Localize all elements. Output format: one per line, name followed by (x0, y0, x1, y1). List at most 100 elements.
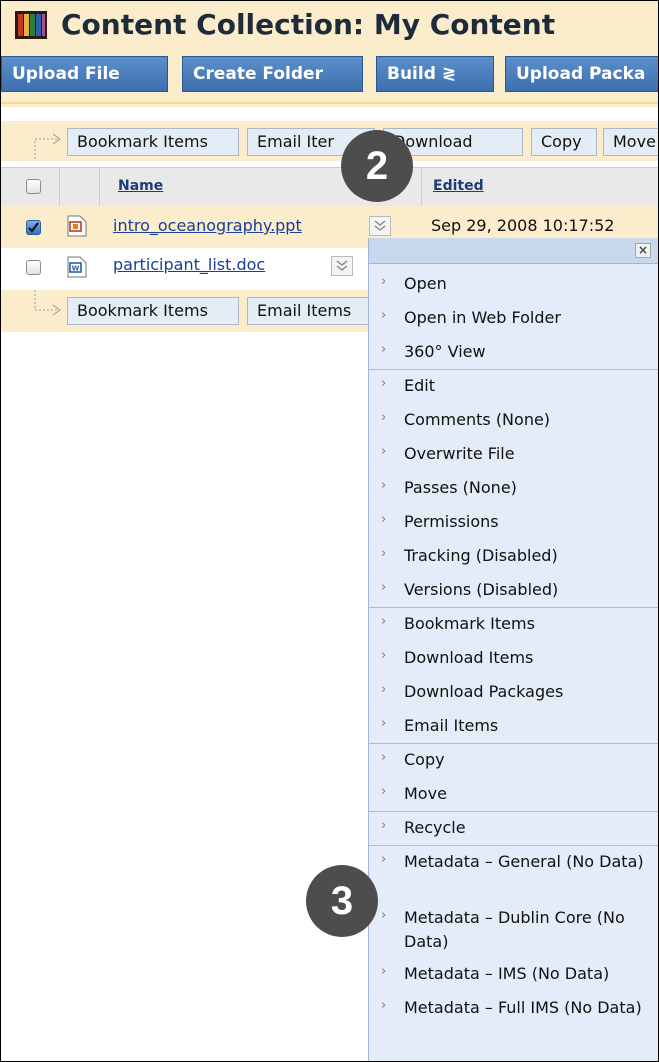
word-file-icon: W (67, 256, 87, 278)
callout-badge: 2 (341, 130, 413, 202)
column-divider (59, 168, 60, 206)
menu-item-edit[interactable]: › Edit (369, 370, 658, 404)
menu-item-label: Edit (404, 376, 435, 395)
menu-item-label: Metadata – General (No Data) (404, 852, 644, 871)
header-divider (1, 102, 658, 104)
chevron-right-icon: › (381, 818, 387, 833)
menu-item-label: Open in Web Folder (404, 308, 561, 327)
chevron-right-icon: › (381, 908, 387, 923)
build-menu-button[interactable]: Build ≷ (376, 56, 494, 92)
chevron-right-icon: › (381, 376, 387, 391)
menu-item-label: Open (404, 274, 447, 293)
books-icon (15, 11, 47, 39)
menu-item-label: Download Items (404, 648, 534, 667)
chevron-down-icon (374, 220, 386, 231)
menu-item-metadata-dublin-core-no-data[interactable]: › Metadata – Dublin Core (No Data) (369, 902, 658, 958)
email-items-button[interactable]: Email Items (247, 297, 377, 325)
page-header: Content Collection: My Content Upload Fi… (1, 1, 658, 107)
top-action-bar: Bookmark Items Email Iter Download Copy … (1, 121, 658, 161)
chevron-right-icon: › (381, 614, 387, 629)
chevron-right-icon: › (381, 274, 387, 289)
chevron-right-icon: › (381, 580, 387, 595)
menu-item-metadata-general-no-data[interactable]: › Metadata – General (No Data) (369, 846, 658, 902)
bookmark-items-button[interactable]: Bookmark Items (67, 297, 239, 325)
chevron-right-icon: › (381, 444, 387, 459)
menu-item-metadata-full-ims-no-data[interactable]: › Metadata – Full IMS (No Data) (369, 992, 658, 1048)
menu-item-label: Metadata – Dublin Core (No Data) (404, 908, 625, 951)
menu-item-tracking-disabled[interactable]: › Tracking (Disabled) (369, 540, 658, 574)
chevron-right-icon: › (381, 648, 387, 663)
menu-item-label: Email Items (404, 716, 499, 735)
page-title: Content Collection: My Content (61, 8, 556, 41)
chevron-right-icon: › (381, 512, 387, 527)
powerpoint-file-icon (67, 215, 87, 237)
chevron-right-icon: › (381, 342, 387, 357)
menu-item-recycle[interactable]: › Recycle (369, 812, 658, 846)
file-name-link[interactable]: intro_oceanography.ppt (113, 216, 302, 235)
item-context-menu: × › Open › Open in Web Folder › 360° View › Edi… (368, 238, 658, 1061)
branch-arrow-icon (34, 133, 61, 159)
menu-item-email-items[interactable]: › Email Items (369, 710, 658, 744)
menu-item-bookmark-items[interactable]: › Bookmark Items (369, 608, 658, 642)
move-button[interactable]: Move (603, 128, 658, 156)
bookmark-items-button[interactable]: Bookmark Items (67, 128, 239, 156)
menu-item-comments-none[interactable]: › Comments (None) (369, 404, 658, 438)
copy-button[interactable]: Copy (531, 128, 597, 156)
create-folder-button[interactable]: Create Folder (182, 56, 363, 92)
branch-arrow-icon (34, 290, 61, 316)
menu-item-label: Passes (None) (404, 478, 517, 497)
select-all-checkbox[interactable] (26, 179, 41, 194)
menu-item-versions-disabled[interactable]: › Versions (Disabled) (369, 574, 658, 608)
menu-item-label: Tracking (Disabled) (404, 546, 558, 565)
upload-file-button[interactable]: Upload File (1, 56, 168, 92)
column-divider (99, 168, 100, 206)
menu-item-360-view[interactable]: › 360° View (369, 336, 658, 370)
item-menu-button[interactable] (331, 256, 353, 276)
chevron-right-icon: › (381, 410, 387, 425)
menu-title-bar: × (369, 238, 658, 264)
chevron-right-icon: › (381, 682, 387, 697)
menu-item-passes-none[interactable]: › Passes (None) (369, 472, 658, 506)
chevron-down-icon (336, 260, 348, 271)
chevron-right-icon: › (381, 716, 387, 731)
chevron-right-icon: › (381, 308, 387, 323)
chevron-right-icon: › (381, 998, 387, 1013)
menu-item-label: 360° View (404, 342, 486, 361)
callout-badge: 3 (306, 865, 378, 937)
row-checkbox[interactable] (26, 220, 41, 235)
checkmark-icon (28, 222, 39, 233)
chevron-right-icon: › (381, 964, 387, 979)
row-checkbox[interactable] (26, 260, 41, 275)
menu-item-download-packages[interactable]: › Download Packages (369, 676, 658, 710)
menu-item-label: Permissions (404, 512, 499, 531)
edited-column-header[interactable]: Edited (433, 178, 484, 194)
chevron-right-icon: › (381, 478, 387, 493)
menu-item-label: Move (404, 784, 447, 803)
menu-item-label: Metadata – IMS (No Data) (404, 964, 610, 983)
menu-item-open[interactable]: › Open (369, 268, 658, 302)
menu-item-label: Download Packages (404, 682, 564, 701)
menu-item-label: Overwrite File (404, 444, 515, 463)
menu-item-label: Comments (None) (404, 410, 551, 429)
column-divider (421, 168, 422, 206)
menu-item-download-items[interactable]: › Download Items (369, 642, 658, 676)
menu-item-move[interactable]: › Move (369, 778, 658, 812)
menu-item-label: Bookmark Items (404, 614, 535, 633)
close-icon[interactable]: × (635, 243, 651, 258)
menu-item-overwrite-file[interactable]: › Overwrite File (369, 438, 658, 472)
menu-item-label: Recycle (404, 818, 466, 837)
name-column-header[interactable]: Name (118, 178, 163, 194)
chevron-right-icon: › (381, 546, 387, 561)
menu-item-metadata-ims-no-data[interactable]: › Metadata – IMS (No Data) (369, 958, 658, 992)
menu-item-label: Metadata – Full IMS (No Data) (404, 998, 642, 1017)
chevron-right-icon: › (381, 750, 387, 765)
item-menu-button[interactable] (369, 216, 391, 236)
edited-date: Sep 29, 2008 10:17:52 (431, 216, 615, 235)
menu-item-permissions[interactable]: › Permissions (369, 506, 658, 540)
upload-package-button[interactable]: Upload Packa (505, 56, 658, 92)
menu-item-label: Versions (Disabled) (404, 580, 559, 599)
menu-item-copy[interactable]: › Copy (369, 744, 658, 778)
menu-item-open-in-web-folder[interactable]: › Open in Web Folder (369, 302, 658, 336)
file-name-link[interactable]: participant_list.doc (113, 255, 265, 274)
content-collection-window: Content Collection: My Content Upload Fi… (0, 0, 659, 1062)
